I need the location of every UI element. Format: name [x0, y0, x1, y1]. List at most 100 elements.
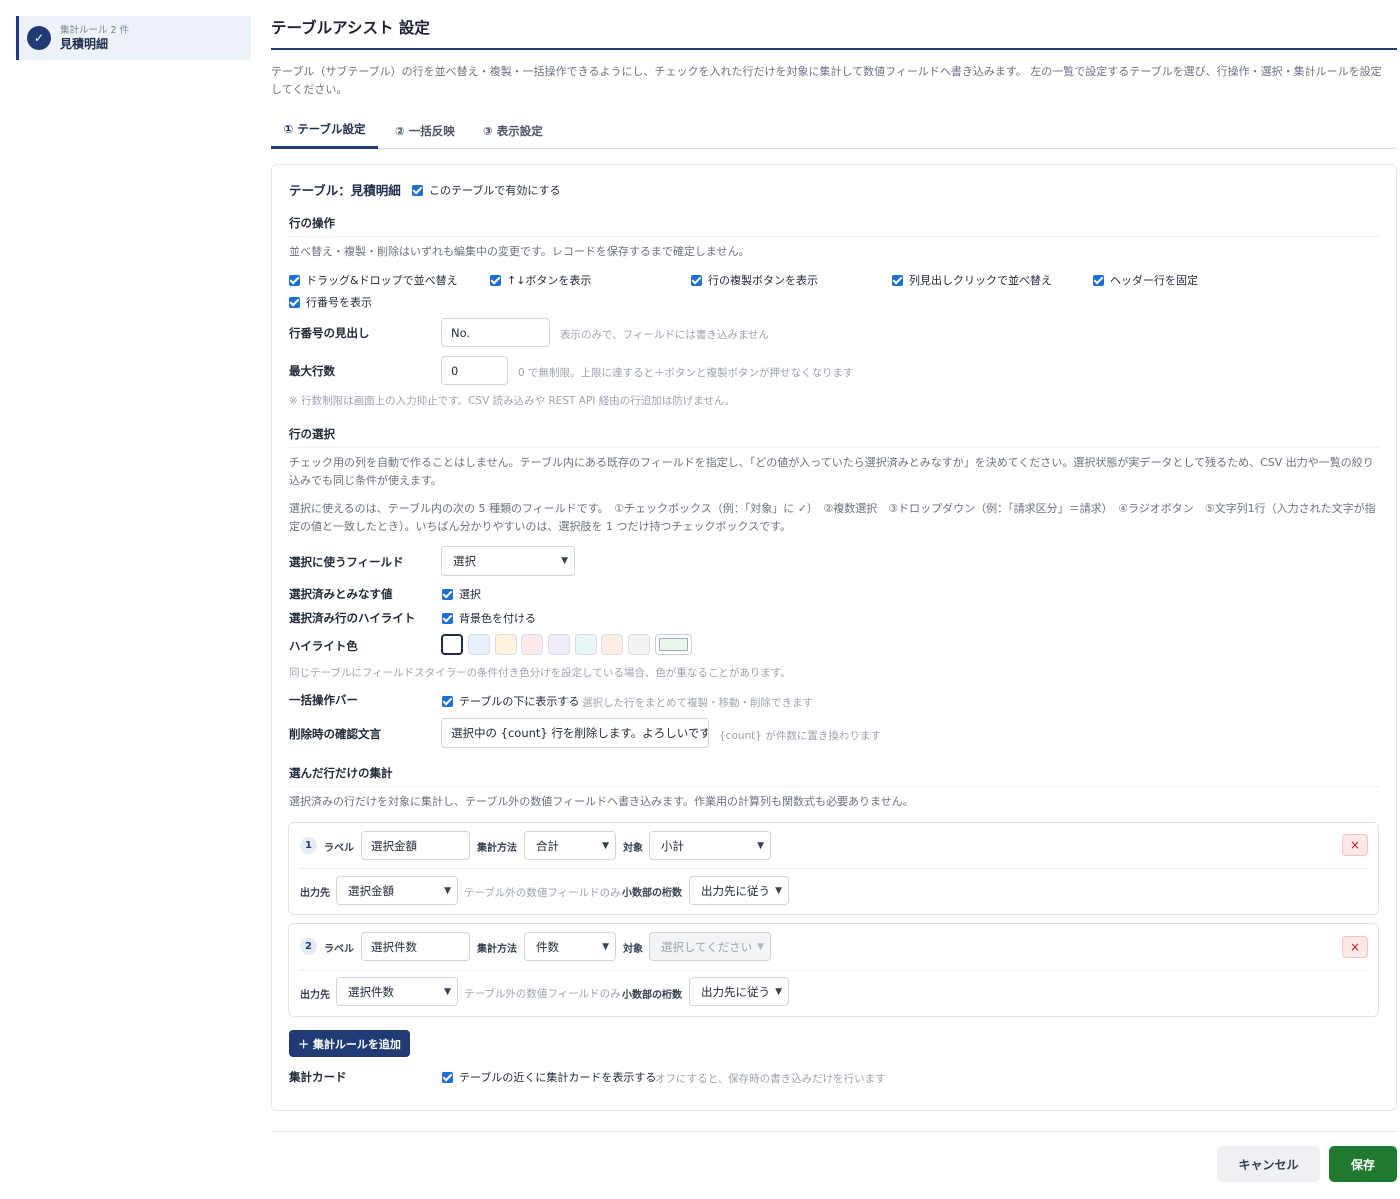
checkbox-checked-icon: [892, 274, 903, 286]
rule-divider: [299, 868, 1367, 869]
rule-label-input[interactable]: 選択件数: [361, 932, 470, 961]
aggregate-note: 選択済みの行だけを対象に集計し、テーブル外の数値フィールドへ書き込みます。作業用…: [289, 795, 914, 808]
option-row-numbers[interactable]: 行番号を表示: [289, 294, 372, 310]
aggregate-divider: [289, 786, 1379, 787]
rule-decimals-value: 出力先に従う: [701, 984, 770, 999]
tab-table-settings[interactable]: ① テーブル設定: [271, 112, 378, 149]
rule-output-select[interactable]: 選択金額 ▼: [336, 876, 458, 905]
rule-decimals-select[interactable]: 出力先に従う ▼: [689, 876, 789, 905]
checkbox-checked-icon: [442, 1071, 453, 1083]
bulk-bar-checkbox[interactable]: テーブルの下に表示する: [442, 693, 579, 709]
close-icon: ×: [1349, 838, 1361, 852]
color-swatch: [659, 638, 688, 651]
checkbox-checked-icon: [289, 274, 300, 286]
save-button[interactable]: 保存: [1329, 1146, 1397, 1182]
delete-rule-button[interactable]: ×: [1342, 936, 1368, 958]
tab-display-settings[interactable]: ③ 表示設定: [483, 112, 543, 149]
rule-output-value: 選択金額: [348, 883, 394, 898]
rule-output-hint: テーブル外の数値フィールドのみ: [464, 887, 621, 899]
checkbox-checked-icon: [442, 695, 453, 707]
max-rows-label: 最大行数: [289, 364, 335, 378]
checkbox-checked-icon: [691, 274, 702, 286]
rule-target-caption: 対象: [623, 944, 643, 955]
color-swatch[interactable]: [441, 634, 463, 655]
enable-table-label: このテーブルで有効にする: [429, 184, 561, 197]
delete-rule-button[interactable]: ×: [1342, 834, 1368, 856]
bulk-bar-label: 一括操作バー: [289, 693, 358, 707]
color-swatch[interactable]: [601, 634, 623, 655]
add-aggregate-rule-button[interactable]: ＋ 集計ルールを追加: [289, 1030, 410, 1057]
max-rows-hint: 0 で無制限。上限に達すると＋ボタンと複製ボタンが押せなくなります: [518, 367, 854, 379]
rule-output-caption: 出力先: [300, 888, 330, 899]
rule-output-value: 選択件数: [348, 984, 394, 999]
selection-field-label: 選択に使うフィールド: [289, 555, 404, 569]
check-circle-icon: ✓: [27, 26, 51, 50]
selected-value-label: 選択済みとみなす値: [289, 587, 393, 601]
row-ops-title: 行の操作: [289, 216, 335, 230]
delete-confirm-input[interactable]: 選択中の {count} 行を削除します。よろしいですか？: [441, 718, 709, 748]
chevron-down-icon: ▼: [775, 986, 782, 997]
selected-value-checkbox[interactable]: 選択: [442, 586, 481, 602]
option-sticky-header[interactable]: ヘッダー行を固定: [1093, 272, 1198, 288]
checkbox-checked-icon: [1093, 274, 1104, 286]
checkbox-checked-icon: [442, 612, 453, 624]
rule-target-select[interactable]: 小計 ▼: [649, 831, 771, 860]
option-up-down-buttons[interactable]: ↑↓ボタンを表示: [490, 272, 591, 288]
rownum-heading-input[interactable]: No.: [441, 318, 550, 347]
custom-color-picker[interactable]: [655, 634, 692, 655]
rule-target-select: 選択してください ▼: [649, 932, 771, 961]
aggregate-title: 選んだ行だけの集計: [289, 766, 393, 780]
selection-field-select[interactable]: 選択 ▼: [441, 546, 575, 576]
selection-note-2: 選択に使えるのは、テーブル内の次の 5 種類のフィールドです。 ①チェックボック…: [289, 502, 1376, 533]
rule-decimals-select[interactable]: 出力先に従う ▼: [689, 977, 789, 1006]
selection-note-1: チェック用の列を自動で作ることはしません。テーブル内にある既存のフィールドを指定…: [289, 456, 1374, 487]
aggregate-card-checkbox[interactable]: テーブルの近くに集計カードを表示する: [442, 1069, 656, 1085]
option-duplicate-button[interactable]: 行の複製ボタンを表示: [691, 272, 818, 288]
chevron-down-icon: ▼: [602, 941, 609, 952]
color-swatch[interactable]: [521, 634, 543, 655]
rule-label-input[interactable]: 選択金額: [361, 831, 470, 860]
selected-value-option: 選択: [459, 588, 481, 601]
option-drag-drop[interactable]: ドラッグ&ドロップで並べ替え: [289, 272, 458, 288]
table-title: テーブル：見積明細: [289, 183, 401, 198]
aggregate-card-option: テーブルの近くに集計カードを表示する: [459, 1071, 657, 1084]
sidebar-item-mitsumori[interactable]: ✓ 集計ルール 2 件 見積明細: [16, 16, 251, 60]
title-divider: [271, 48, 1397, 50]
checkbox-checked-icon: [490, 274, 501, 286]
rule-decimals-caption: 小数部の桁数: [622, 888, 682, 899]
color-swatch[interactable]: [628, 634, 650, 655]
chevron-down-icon: ▼: [602, 840, 609, 851]
highlight-checkbox[interactable]: 背景色を付ける: [442, 610, 536, 626]
tab-bulk-apply[interactable]: ② 一括反映: [395, 112, 455, 149]
enable-table-checkbox[interactable]: このテーブルで有効にする: [412, 182, 560, 198]
option-label: 行の複製ボタンを表示: [708, 274, 818, 287]
page-title: テーブルアシスト 設定: [271, 19, 430, 37]
rule-target-value: 小計: [661, 838, 684, 853]
rule-target-placeholder: 選択してください: [661, 939, 753, 954]
rule-method-select[interactable]: 件数 ▼: [524, 932, 616, 961]
chevron-down-icon: ▼: [757, 840, 764, 851]
rule-method-value: 合計: [536, 838, 559, 853]
chevron-down-icon: ▼: [561, 556, 568, 566]
rule-label-caption: ラベル: [324, 843, 354, 854]
rule-output-select[interactable]: 選択件数 ▼: [336, 977, 458, 1006]
rule-method-select[interactable]: 合計 ▼: [524, 831, 616, 860]
highlight-label: 選択済み行のハイライト: [289, 611, 416, 625]
color-swatch[interactable]: [468, 634, 490, 655]
option-header-sort[interactable]: 列見出しクリックで並べ替え: [892, 272, 1052, 288]
rule-number-badge: 2: [300, 938, 317, 955]
color-swatch[interactable]: [575, 634, 597, 655]
rule-output-hint: テーブル外の数値フィールドのみ: [464, 988, 621, 1000]
chevron-down-icon: ▼: [444, 986, 451, 997]
cancel-button[interactable]: キャンセル: [1217, 1146, 1320, 1182]
highlight-color-label: ハイライト色: [289, 639, 358, 653]
checkbox-checked-icon: [442, 588, 453, 600]
rownum-heading-label: 行番号の見出し: [289, 326, 370, 340]
max-rows-input[interactable]: 0: [441, 356, 508, 385]
color-swatch[interactable]: [495, 634, 517, 655]
rownum-heading-hint: 表示のみで、フィールドには書き込みません: [560, 329, 770, 341]
close-icon: ×: [1349, 940, 1361, 954]
aggregate-card-hint: オフにすると、保存時の書き込みだけを行います: [655, 1073, 886, 1085]
color-swatch[interactable]: [548, 634, 570, 655]
delete-confirm-label: 削除時の確認文言: [289, 727, 381, 741]
